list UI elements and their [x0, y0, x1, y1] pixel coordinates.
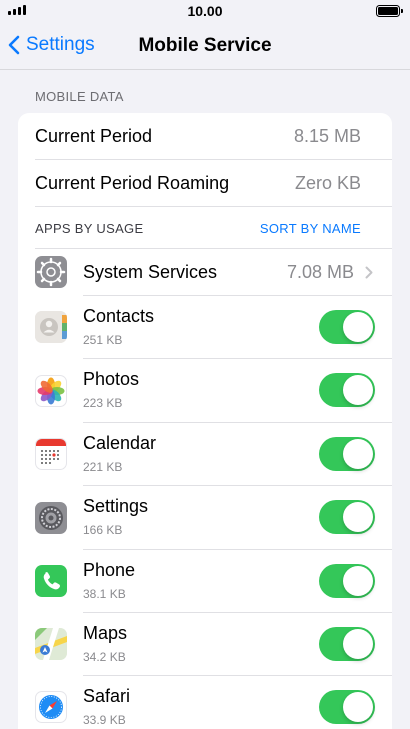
- system-services-label: System Services: [83, 262, 218, 282]
- sort-by-name-button[interactable]: SORT BY NAME: [260, 221, 361, 236]
- app-row-maps: Maps 34.2 KB: [18, 613, 392, 676]
- system-services-row[interactable]: System Services 7.08 MB: [18, 249, 392, 296]
- calendar-icon: [35, 438, 67, 470]
- app-name: Settings: [83, 496, 149, 516]
- chevron-right-icon: [365, 266, 373, 279]
- app-name: Maps: [83, 623, 128, 643]
- section-header-mobile-data: MOBILE DATA: [35, 89, 124, 104]
- navigation-bar: Settings Mobile Service: [0, 22, 410, 70]
- system-services-icon: [35, 256, 67, 288]
- app-name: Contacts: [83, 306, 155, 326]
- app-row-calendar: Calendar 221 KB: [18, 423, 392, 486]
- mobile-data-toggle[interactable]: [319, 690, 375, 724]
- mobile-data-toggle[interactable]: [319, 373, 375, 407]
- app-row-settings: Settings 166 KB: [18, 486, 392, 550]
- battery-icon: [376, 5, 403, 17]
- mobile-data-card: Current Period 8.15 MB Current Period Ro…: [18, 113, 392, 729]
- app-size: 33.9 KB: [83, 713, 126, 727]
- contacts-icon: [35, 311, 67, 343]
- app-size: 38.1 KB: [83, 587, 126, 601]
- app-name: Photos: [83, 369, 140, 389]
- settings-icon: [35, 502, 67, 534]
- app-row-contacts: Contacts 251 KB: [18, 296, 392, 359]
- page-title: Mobile Service: [138, 35, 272, 56]
- app-name: Safari: [83, 686, 131, 706]
- system-services-value: 7.08 MB: [286, 262, 354, 282]
- safari-icon: [35, 691, 67, 723]
- app-row-photos: Photos 223 KB: [18, 359, 392, 423]
- status-time: 10.00: [187, 3, 223, 19]
- current-period-label: Current Period: [35, 126, 153, 146]
- status-bar: 10.00: [0, 0, 410, 22]
- photos-icon: [35, 375, 67, 407]
- current-period-value: 8.15 MB: [293, 126, 361, 146]
- current-period-roaming-label: Current Period Roaming: [35, 173, 230, 193]
- app-size: 221 KB: [83, 460, 123, 474]
- mobile-data-toggle[interactable]: [319, 437, 375, 471]
- app-size: 251 KB: [83, 333, 123, 347]
- app-row-safari: Safari 33.9 KB: [18, 676, 392, 729]
- mobile-data-toggle[interactable]: [319, 500, 375, 534]
- apps-by-usage-header: APPS BY USAGE: [35, 221, 144, 236]
- current-period-roaming-row: Current Period Roaming Zero KB: [18, 160, 392, 207]
- app-name: Calendar: [83, 433, 157, 453]
- app-size: 166 KB: [83, 523, 123, 537]
- app-size: 223 KB: [83, 396, 123, 410]
- app-size: 34.2 KB: [83, 650, 126, 664]
- mobile-data-toggle[interactable]: [319, 564, 375, 598]
- app-name: Phone: [83, 560, 136, 580]
- current-period-roaming-value: Zero KB: [294, 173, 361, 193]
- phone-icon: [35, 565, 67, 597]
- apps-by-usage-header-row: APPS BY USAGE SORT BY NAME: [18, 207, 392, 248]
- current-period-row: Current Period 8.15 MB: [18, 113, 392, 160]
- mobile-data-toggle[interactable]: [319, 310, 375, 344]
- maps-icon: [35, 628, 67, 660]
- app-row-phone: Phone 38.1 KB: [18, 550, 392, 613]
- mobile-data-toggle[interactable]: [319, 627, 375, 661]
